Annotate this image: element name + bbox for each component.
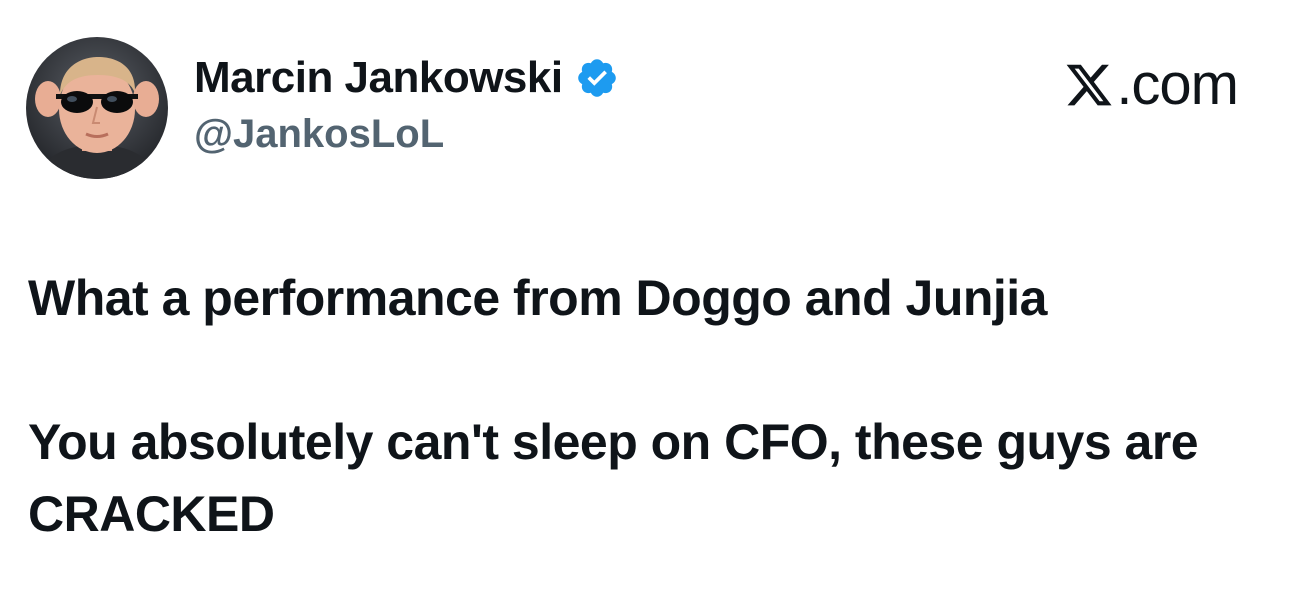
author-info: Marcin Jankowski @JankosLoL	[194, 52, 619, 157]
avatar-image	[26, 37, 168, 179]
name-row: Marcin Jankowski	[194, 52, 619, 104]
verified-badge-icon	[575, 56, 619, 100]
brand-domain: .com	[1116, 52, 1239, 117]
avatar[interactable]	[26, 37, 168, 179]
post-paragraph: You absolutely can't sleep on CFO, these…	[28, 414, 1199, 542]
display-name[interactable]: Marcin Jankowski	[194, 53, 563, 103]
post-card: Marcin Jankowski @JankosLoL .com What a …	[0, 0, 1290, 590]
brand-mark: .com	[1064, 52, 1239, 118]
author-handle[interactable]: @JankosLoL	[194, 112, 619, 157]
post-paragraph: What a performance from Doggo and Junjia	[28, 270, 1048, 326]
post-text: What a performance from Doggo and Junjia…	[28, 262, 1248, 550]
x-logo-icon	[1064, 60, 1114, 110]
